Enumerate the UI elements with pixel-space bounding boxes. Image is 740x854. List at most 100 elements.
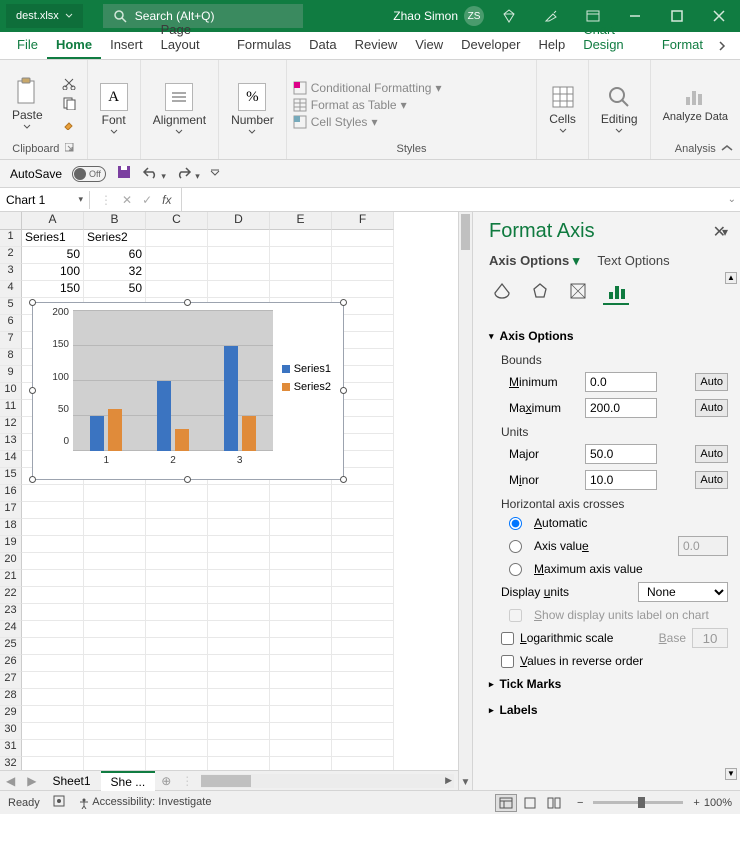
vertical-scrollbar[interactable]: ▼ bbox=[458, 212, 472, 790]
chevron-down-icon[interactable]: ▾ bbox=[161, 171, 166, 181]
maximum-input[interactable] bbox=[585, 398, 657, 418]
tab-formulas[interactable]: Formulas bbox=[228, 32, 300, 59]
cell[interactable] bbox=[208, 655, 270, 672]
row-header[interactable]: 8 bbox=[0, 349, 22, 366]
cell[interactable] bbox=[146, 247, 208, 264]
cell[interactable] bbox=[84, 587, 146, 604]
cell[interactable] bbox=[270, 519, 332, 536]
row-header[interactable]: 22 bbox=[0, 587, 22, 604]
cell[interactable] bbox=[84, 757, 146, 770]
cell[interactable] bbox=[332, 587, 394, 604]
file-name-tab[interactable]: dest.xlsx bbox=[6, 4, 83, 28]
cell[interactable] bbox=[208, 519, 270, 536]
resize-handle[interactable] bbox=[340, 476, 347, 483]
cell[interactable] bbox=[208, 281, 270, 298]
expand-formula-bar-icon[interactable]: ⌄ bbox=[728, 194, 736, 205]
effects-icon[interactable] bbox=[527, 279, 553, 305]
cell[interactable] bbox=[22, 502, 84, 519]
cell[interactable] bbox=[84, 519, 146, 536]
axis-options-icon[interactable] bbox=[603, 279, 629, 305]
tab-help[interactable]: Help bbox=[529, 32, 574, 59]
automatic-radio[interactable] bbox=[509, 517, 522, 530]
cell[interactable] bbox=[84, 502, 146, 519]
cell[interactable] bbox=[146, 706, 208, 723]
cell[interactable] bbox=[84, 638, 146, 655]
minimum-input[interactable] bbox=[585, 372, 657, 392]
cell[interactable] bbox=[84, 706, 146, 723]
chart-object[interactable]: 200150100500 123 Series1 Series2 bbox=[32, 302, 344, 480]
sheet-nav-next-icon[interactable]: ▶ bbox=[21, 774, 42, 788]
cell[interactable] bbox=[332, 281, 394, 298]
cell[interactable] bbox=[208, 587, 270, 604]
cut-icon[interactable] bbox=[61, 75, 77, 91]
cell[interactable] bbox=[146, 672, 208, 689]
sheet-grid[interactable]: A B C D E F 1Series1Series22506031003241… bbox=[0, 212, 458, 770]
cell[interactable] bbox=[270, 281, 332, 298]
cell[interactable] bbox=[270, 587, 332, 604]
row-header[interactable]: 5 bbox=[0, 298, 22, 315]
cell[interactable] bbox=[22, 655, 84, 672]
col-header[interactable]: E bbox=[270, 212, 332, 230]
zoom-out-icon[interactable]: − bbox=[577, 797, 583, 809]
cell[interactable] bbox=[208, 553, 270, 570]
cell[interactable] bbox=[270, 621, 332, 638]
tab-file[interactable]: File bbox=[8, 32, 47, 59]
cell[interactable] bbox=[332, 230, 394, 247]
cell[interactable] bbox=[22, 485, 84, 502]
tab-view[interactable]: View bbox=[406, 32, 452, 59]
cell[interactable] bbox=[22, 740, 84, 757]
tab-developer[interactable]: Developer bbox=[452, 32, 529, 59]
row-header[interactable]: 18 bbox=[0, 519, 22, 536]
cell[interactable] bbox=[270, 723, 332, 740]
cell[interactable] bbox=[332, 706, 394, 723]
cell[interactable] bbox=[332, 604, 394, 621]
col-header[interactable]: F bbox=[332, 212, 394, 230]
cell[interactable] bbox=[270, 706, 332, 723]
accessibility-status[interactable]: Accessibility: Investigate bbox=[78, 796, 212, 808]
row-header[interactable]: 28 bbox=[0, 689, 22, 706]
cell[interactable] bbox=[22, 553, 84, 570]
cell[interactable] bbox=[332, 502, 394, 519]
cell[interactable] bbox=[146, 740, 208, 757]
cell[interactable] bbox=[146, 655, 208, 672]
cell[interactable] bbox=[270, 689, 332, 706]
ribbon-overflow-icon[interactable] bbox=[712, 36, 732, 59]
format-painter-icon[interactable] bbox=[61, 115, 77, 131]
labels-section[interactable]: ▸Labels bbox=[489, 697, 728, 723]
cell[interactable] bbox=[22, 672, 84, 689]
plot-area[interactable] bbox=[73, 311, 273, 451]
editing-button[interactable]: Editing bbox=[595, 80, 644, 137]
row-header[interactable]: 29 bbox=[0, 706, 22, 723]
cell[interactable] bbox=[84, 485, 146, 502]
name-box[interactable]: Chart 1 ▾ bbox=[0, 191, 90, 209]
row-header[interactable]: 20 bbox=[0, 553, 22, 570]
cell[interactable] bbox=[146, 519, 208, 536]
row-header[interactable]: 14 bbox=[0, 451, 22, 468]
pane-scrollbar[interactable]: ▲ ▼ bbox=[725, 272, 737, 780]
cell[interactable] bbox=[146, 502, 208, 519]
sheet-tab[interactable]: She ... bbox=[101, 771, 156, 791]
zoom-slider[interactable] bbox=[593, 801, 683, 804]
tab-page-layout[interactable]: Page Layout bbox=[152, 17, 228, 59]
axis-options-tab[interactable]: Axis Options ▾ bbox=[489, 253, 579, 269]
page-break-view-icon[interactable] bbox=[543, 794, 565, 812]
cell[interactable] bbox=[22, 519, 84, 536]
resize-handle[interactable] bbox=[29, 299, 36, 306]
row-header[interactable]: 11 bbox=[0, 400, 22, 417]
cell[interactable] bbox=[146, 230, 208, 247]
paste-button[interactable]: Paste bbox=[6, 72, 49, 133]
cells-button[interactable]: Cells bbox=[543, 80, 582, 137]
cell[interactable] bbox=[22, 604, 84, 621]
col-header[interactable]: A bbox=[22, 212, 84, 230]
cell[interactable] bbox=[208, 570, 270, 587]
minor-input[interactable] bbox=[585, 470, 657, 490]
row-header[interactable]: 31 bbox=[0, 740, 22, 757]
row-header[interactable]: 19 bbox=[0, 536, 22, 553]
major-input[interactable] bbox=[585, 444, 657, 464]
cell[interactable] bbox=[84, 553, 146, 570]
resize-handle[interactable] bbox=[340, 299, 347, 306]
fx-icon[interactable]: fx bbox=[162, 193, 171, 207]
conditional-formatting-button[interactable]: Conditional Formatting ▾ bbox=[293, 81, 442, 95]
cell[interactable] bbox=[270, 230, 332, 247]
cell[interactable] bbox=[84, 570, 146, 587]
